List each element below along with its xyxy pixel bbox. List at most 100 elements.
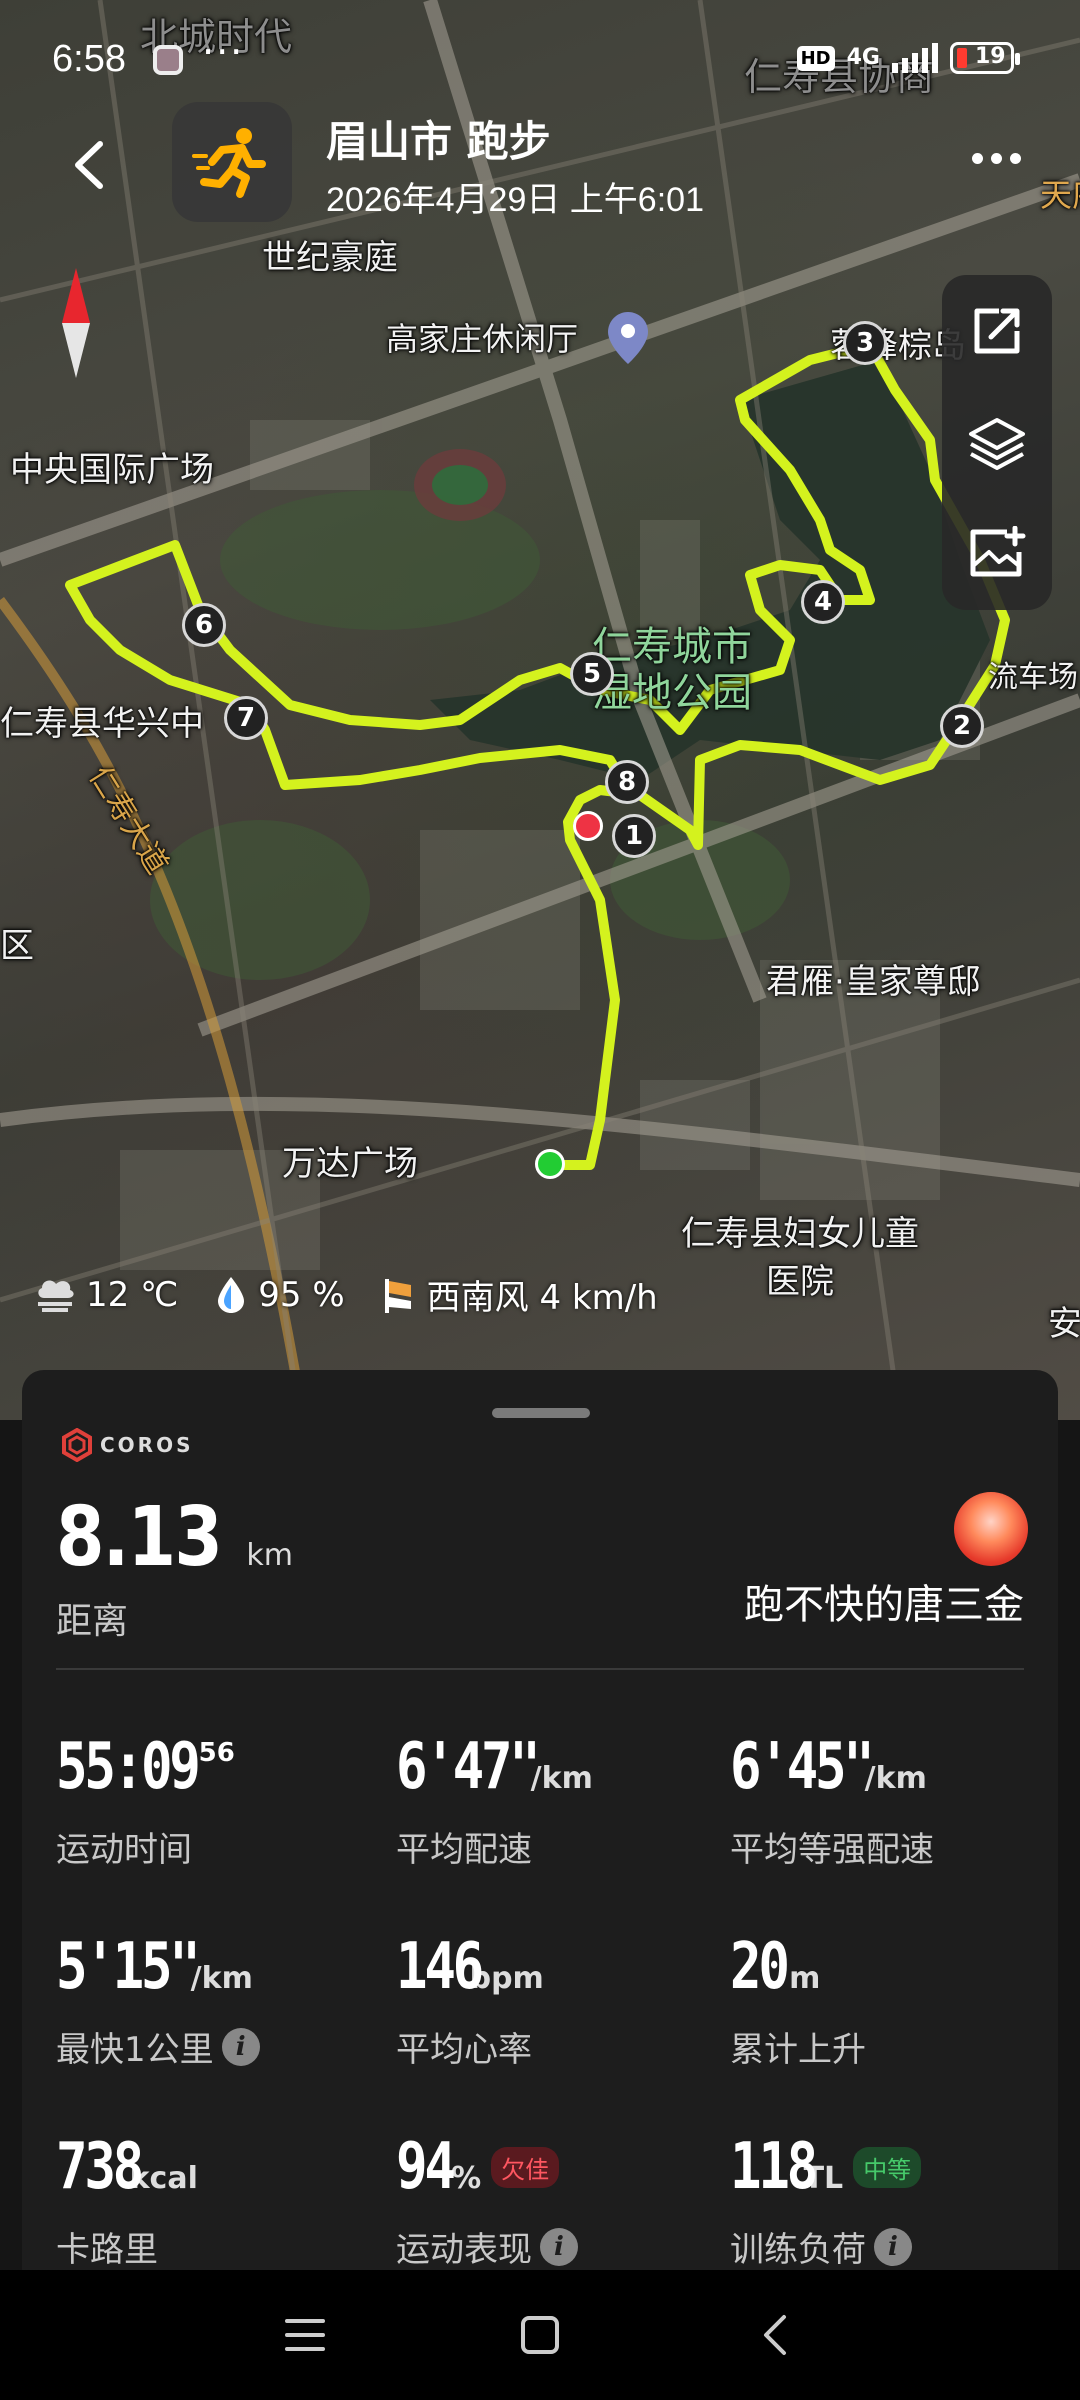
add-photo-button[interactable]: [962, 519, 1032, 589]
map-label: 安: [1048, 1304, 1080, 1344]
brand-name: COROS: [100, 1433, 194, 1457]
add-photo-icon: [970, 526, 1026, 577]
compass-icon[interactable]: [56, 268, 96, 378]
status-time: 6:58: [52, 38, 126, 80]
stat-label: 平均等强配速: [730, 1830, 934, 1870]
km-marker-8[interactable]: 8: [605, 760, 649, 804]
km-marker-5[interactable]: 5: [570, 652, 614, 696]
layers-icon: [969, 418, 1025, 471]
stat-training-load: 118 TL 中等 训练负荷 i: [730, 2130, 1050, 2270]
signal-icon: [892, 43, 938, 73]
back-arrow-icon: [75, 141, 103, 189]
menu-icon: [285, 2319, 325, 2351]
hd-icon: HD: [796, 45, 835, 71]
status-bar: 6:58 ··· HD 4G 19: [0, 0, 1080, 120]
km-marker-2[interactable]: 2: [940, 704, 984, 748]
map-label: 天府: [1040, 176, 1080, 214]
battery-icon: 19: [950, 42, 1020, 74]
performance-badge: 欠佳: [491, 2146, 560, 2188]
cloud-icon: [38, 1280, 74, 1312]
system-nav-bar: [0, 2270, 1080, 2400]
stat-avg-grade-pace: 6'45" /km 平均等强配速: [730, 1730, 1050, 1871]
distance-unit: km: [246, 1538, 293, 1573]
network-type: 4G: [846, 45, 880, 70]
km-marker-3[interactable]: 3: [843, 321, 887, 365]
stat-duration: 55:09 56 运动时间: [56, 1730, 376, 1871]
poi-pin-icon[interactable]: [608, 312, 648, 364]
map-label: 区: [0, 926, 34, 966]
nav-back-button[interactable]: [745, 2305, 805, 2365]
info-icon[interactable]: i: [221, 2027, 260, 2066]
back-button[interactable]: [60, 130, 116, 200]
weather-humidity: 95 %: [258, 1274, 345, 1315]
back-icon: [764, 2315, 786, 2355]
activity-type-badge: [172, 102, 292, 222]
battery-level: 19: [975, 44, 1006, 69]
divider: [56, 1668, 1024, 1670]
end-point: [573, 811, 603, 841]
avatar[interactable]: [954, 1492, 1028, 1566]
map-label: 仁寿县华兴中: [0, 704, 204, 744]
stat-value: 94: [396, 2130, 456, 2204]
activity-datetime: 2026年4月29日 上午6:01: [326, 181, 704, 219]
stat-unit: /km: [190, 1961, 253, 1996]
distance-value: 8.13: [56, 1490, 223, 1585]
stat-label: 累计上升: [730, 2030, 866, 2070]
share-icon: [974, 308, 1020, 354]
distance-value-row: 8.13 km: [56, 1490, 293, 1585]
status-more: ···: [202, 30, 245, 74]
map-toolbar: [942, 275, 1052, 610]
stat-fastest-km: 5'15" /km 最快1公里 i: [56, 1930, 376, 2071]
brand-logo: COROS: [60, 1428, 194, 1462]
stat-label: 平均心率: [396, 2030, 532, 2070]
summary-sheet[interactable]: COROS 8.13 km 距离 跑不快的唐三金 55:09 56 运动时间 6…: [22, 1370, 1058, 2270]
share-button[interactable]: [962, 296, 1032, 366]
stat-ascent: 20 m 累计上升: [730, 1930, 1050, 2071]
layers-button[interactable]: [962, 407, 1032, 477]
weather-wind: 西南风 4 km/h: [426, 1278, 658, 1318]
info-icon[interactable]: i: [540, 2227, 578, 2266]
wind-flag-icon: [384, 1278, 411, 1313]
nav-home-button[interactable]: [510, 2305, 570, 2365]
stat-value-hundredths: 56: [198, 1738, 235, 1768]
stat-value: 146: [396, 1930, 484, 2004]
map-label: 万达广场: [282, 1144, 418, 1184]
stat-unit: /km: [864, 1761, 927, 1796]
stat-value: 738: [56, 2130, 144, 2204]
stat-calories: 738 kcal 卡路里: [56, 2130, 376, 2270]
stat-label: 运动时间: [56, 1830, 192, 1870]
more-dots-icon: [971, 152, 983, 164]
weather-row: 12 ℃ 95 % 西南风 4 km/h: [34, 1270, 694, 1319]
start-point: [535, 1149, 565, 1179]
stat-avg-pace: 6'47" /km 平均配速: [396, 1730, 716, 1871]
info-icon[interactable]: i: [874, 2227, 912, 2266]
username[interactable]: 跑不快的唐三金: [744, 1572, 1024, 1630]
km-marker-4[interactable]: 4: [801, 580, 845, 624]
stat-label: 卡路里: [56, 2230, 158, 2270]
weather-temp: 12 ℃: [86, 1274, 179, 1315]
map-label: 仁寿县妇女儿童医院: [681, 1214, 919, 1302]
home-icon: [521, 2316, 559, 2354]
coros-logo-icon: [62, 1428, 92, 1462]
map-label: 君雁·皇家尊邸: [766, 962, 981, 1002]
stat-label: 最快1公里: [56, 2030, 214, 2070]
km-marker-1[interactable]: 1: [612, 814, 656, 858]
map-label-park: 仁寿城市湿地公园: [592, 624, 752, 716]
km-marker-7[interactable]: 7: [224, 696, 268, 740]
page-title: 眉山市 跑步: [326, 117, 551, 166]
map-label: 中央国际广场: [10, 450, 214, 490]
more-button[interactable]: [966, 138, 1026, 178]
stat-value: 20: [730, 1930, 790, 2004]
km-marker-6[interactable]: 6: [182, 603, 226, 647]
map-label: 高家庄休闲厅: [386, 320, 579, 358]
nav-menu-button[interactable]: [275, 2305, 335, 2365]
stat-value: 6'47": [396, 1730, 541, 1804]
stat-label: 运动表现: [396, 2230, 532, 2270]
stat-value: 5'15": [56, 1930, 201, 2004]
route-map[interactable]: 北城时代 仁寿县协商 世纪豪庭 高家庄休闲厅 蓉峰棕岛 中央国际广场 仁寿城市湿…: [0, 0, 1080, 1420]
stat-unit: %: [451, 2161, 482, 2196]
stat-unit: m: [789, 1961, 821, 1996]
stat-value: 55:09: [56, 1730, 201, 1804]
stat-performance: 94 % 欠佳 运动表现 i: [396, 2130, 716, 2270]
sheet-drag-handle[interactable]: [492, 1408, 590, 1418]
